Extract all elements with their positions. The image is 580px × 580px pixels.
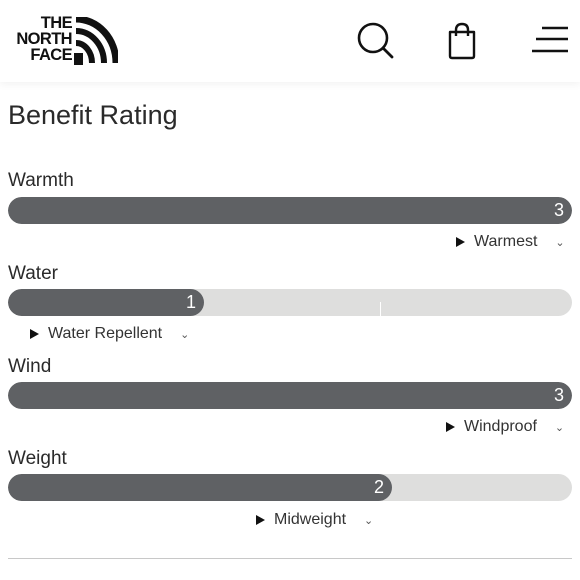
rating-bar-water: 1: [8, 289, 572, 316]
search-icon: [357, 22, 394, 59]
rating-value: 2: [374, 477, 385, 497]
rating-option-label: Windproof: [464, 418, 537, 435]
rating-option-label: Warmest: [474, 233, 538, 250]
the-north-face-logo[interactable]: THE NORTH FACE: [8, 14, 118, 67]
expand-triangle-icon: [456, 237, 465, 247]
rating-label-warmth: Warmth: [8, 170, 74, 191]
rating-option-label: Water Repellent: [48, 325, 163, 342]
rating-bar-fill: 3: [8, 382, 572, 409]
rating-option-weight[interactable]: Midweight ⌄: [256, 508, 373, 532]
logo-line-2: NORTH: [16, 30, 72, 48]
rating-bar-fill: 3: [8, 197, 572, 224]
expand-triangle-icon: [30, 329, 39, 339]
rating-bar-tick: [380, 302, 381, 316]
logo-line-1: THE: [40, 14, 73, 32]
section-title: Benefit Rating: [8, 100, 178, 130]
site-header: THE NORTH FACE: [0, 0, 580, 82]
rating-value: 3: [554, 385, 565, 405]
shopping-bag-button[interactable]: [440, 18, 484, 62]
rating-bar-warmth: 3: [8, 197, 572, 224]
expand-triangle-icon: [256, 515, 265, 525]
rating-label-wind: Wind: [8, 356, 52, 377]
chevron-down-icon: ⌄: [364, 514, 374, 527]
logo-wordmark: THE NORTH FACE: [8, 14, 73, 64]
chevron-down-icon: ⌄: [555, 236, 565, 249]
chevron-down-icon: ⌄: [180, 328, 190, 341]
rating-value: 1: [186, 292, 197, 312]
rating-option-wind[interactable]: Windproof ⌄: [446, 415, 564, 439]
rating-label-weight: Weight: [8, 448, 67, 469]
section-divider: [8, 558, 572, 559]
rating-bar-fill: 1: [8, 289, 204, 316]
chevron-down-icon: ⌄: [554, 421, 565, 434]
rating-option-warmth[interactable]: Warmest ⌄: [456, 230, 565, 254]
rating-bar-fill: 2: [8, 474, 392, 501]
rating-label-water: Water: [8, 263, 58, 284]
hamburger-menu-icon: [532, 26, 568, 53]
shopping-bag-icon: [448, 22, 476, 60]
menu-button[interactable]: [528, 18, 572, 62]
rating-bar-wind: 3: [8, 382, 572, 409]
half-dome-icon: [74, 17, 118, 65]
expand-triangle-icon: [446, 422, 455, 432]
rating-bar-weight: 2: [8, 474, 572, 501]
rating-option-label: Midweight: [274, 511, 347, 528]
logo-line-3: FACE: [30, 46, 72, 64]
rating-option-water[interactable]: Water Repellent ⌄: [30, 322, 189, 346]
search-button[interactable]: [354, 18, 398, 62]
rating-value: 3: [554, 200, 565, 220]
